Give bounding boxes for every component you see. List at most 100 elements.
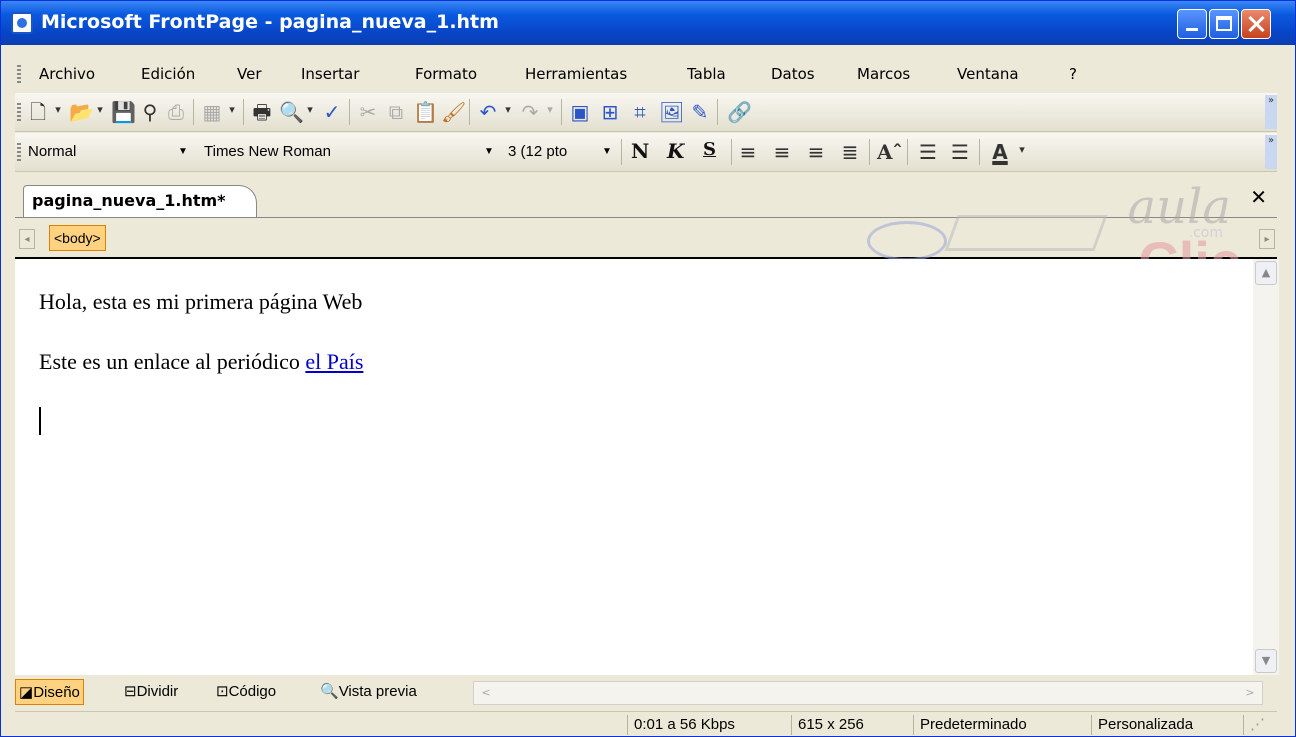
toolbar-separator — [193, 99, 194, 125]
tab-vista-previa[interactable]: 🔍Vista previa — [317, 679, 420, 705]
numbered-list-icon[interactable]: ☰ — [917, 141, 939, 163]
tab-document[interactable]: pagina_nueva_1.htm* — [23, 185, 257, 217]
new-dropdown-icon[interactable]: ▾ — [51, 103, 65, 116]
toolbar-grip-icon[interactable] — [17, 143, 21, 161]
insert-layer-icon[interactable]: ▣ — [569, 101, 591, 123]
frontpage-app-icon[interactable] — [11, 12, 33, 34]
status-mode-custom[interactable]: Personalizada — [1091, 715, 1193, 735]
spelling-icon[interactable]: ✓ — [321, 101, 343, 123]
paragraph-line-1[interactable]: Hola, esta es mi primera página Web — [39, 289, 362, 315]
size-dropdown-icon[interactable]: ▼ — [598, 140, 616, 164]
scroll-down-icon[interactable]: ▼ — [1255, 649, 1277, 673]
tab-diseno[interactable]: ◪Diseño — [15, 679, 84, 705]
redo-icon[interactable]: ↷ — [519, 101, 541, 123]
tag-scroll-right-icon[interactable]: ▸ — [1259, 229, 1275, 249]
menu-ver[interactable]: Ver — [237, 65, 262, 83]
hyperlink-icon[interactable]: 🔗 — [727, 101, 752, 123]
new-page-icon[interactable]: 🗋 — [27, 101, 49, 123]
align-left-icon[interactable]: ≡ — [737, 141, 759, 163]
menu-marcos[interactable]: Marcos — [857, 65, 910, 83]
publish-icon[interactable]: ⎙ — [165, 101, 187, 123]
insert-table-icon[interactable]: ⊞ — [599, 101, 621, 123]
font-value: Times New Roman — [204, 143, 331, 160]
scroll-left-icon[interactable]: < — [476, 683, 496, 703]
toolbar-options-icon[interactable]: » — [1265, 95, 1277, 129]
style-combo[interactable]: Normal ▼ — [23, 139, 193, 165]
toolbar-grip-icon[interactable] — [17, 103, 21, 121]
toolbar-separator — [349, 99, 350, 125]
print-icon[interactable]: 🖶 — [251, 101, 273, 123]
tag-scroll-left-icon[interactable]: ◂ — [19, 229, 35, 249]
font-dropdown-icon[interactable]: ▼ — [480, 140, 498, 164]
menu-herramientas[interactable]: Herramientas — [525, 65, 627, 83]
component-dropdown-icon[interactable]: ▾ — [225, 103, 239, 116]
toolbar-separator — [243, 99, 244, 125]
bulleted-list-icon[interactable]: ☰ — [949, 141, 971, 163]
increase-font-size-icon[interactable]: Aˆ — [877, 141, 903, 163]
graduation-cap-logo-icon — [944, 215, 1108, 251]
format-painter-icon[interactable]: 🖌 — [441, 101, 466, 123]
toolbar-separator — [869, 139, 870, 165]
insert-picture-icon[interactable]: 🖼 — [659, 101, 684, 123]
vertical-scrollbar[interactable]: ▲ ▼ — [1253, 259, 1279, 675]
font-color-icon[interactable]: A — [989, 141, 1011, 163]
title-bar: Microsoft FrontPage - pagina_nueva_1.htm — [1, 1, 1295, 45]
menu-formato[interactable]: Formato — [415, 65, 477, 83]
design-editor[interactable]: Hola, esta es mi primera página Web Este… — [15, 259, 1253, 675]
drawing-icon[interactable]: ✎ — [689, 101, 711, 123]
font-combo[interactable]: Times New Roman ▼ — [199, 139, 499, 165]
bold-button[interactable]: N — [631, 139, 649, 163]
tab-dividir[interactable]: ⊟Dividir — [121, 679, 181, 705]
menu-archivo[interactable]: Archivo — [39, 65, 95, 83]
view-tabs-bar: ◪Diseño ⊟Dividir ⊡Código 🔍Vista previa <… — [15, 677, 1277, 707]
el-pais-link[interactable]: el País — [305, 349, 363, 374]
preview-view-icon: 🔍 — [320, 683, 339, 700]
minimize-button[interactable] — [1177, 9, 1207, 39]
save-icon[interactable]: 💾 — [111, 101, 136, 123]
underline-button[interactable]: S — [703, 139, 716, 160]
toolbar-options-icon[interactable]: » — [1265, 135, 1277, 169]
paste-icon[interactable]: 📋 — [413, 101, 438, 123]
close-window-button[interactable] — [1241, 9, 1271, 39]
justify-icon[interactable]: ≣ — [839, 141, 861, 163]
scroll-up-icon[interactable]: ▲ — [1255, 261, 1277, 285]
menu-edicion[interactable]: Edición — [141, 65, 195, 83]
body-tag[interactable]: <body> — [49, 225, 106, 251]
tab-codigo[interactable]: ⊡Código — [213, 679, 279, 705]
open-dropdown-icon[interactable]: ▾ — [93, 103, 107, 116]
preview-icon[interactable]: 🔍 — [279, 101, 304, 123]
align-center-icon[interactable]: ≡ — [771, 141, 793, 163]
horizontal-scrollbar[interactable]: < > — [473, 681, 1263, 705]
design-view-icon: ◪ — [19, 684, 34, 701]
cut-icon[interactable]: ✂ — [357, 101, 379, 123]
status-mode-default[interactable]: Predeterminado — [913, 715, 1027, 735]
scroll-right-icon[interactable]: > — [1240, 683, 1260, 703]
maximize-button[interactable] — [1209, 9, 1239, 39]
redo-dropdown-icon[interactable]: ▾ — [543, 103, 557, 116]
size-combo[interactable]: 3 (12 pto ▼ — [503, 139, 617, 165]
paragraph-line-2[interactable]: Este es un enlace al periódico el País — [39, 349, 363, 375]
menu-help[interactable]: ? — [1069, 65, 1077, 83]
undo-icon[interactable]: ↶ — [477, 101, 499, 123]
menu-datos[interactable]: Datos — [771, 65, 815, 83]
mouse-logo-icon — [867, 221, 947, 261]
layout-table-icon[interactable]: ⌗ — [629, 101, 651, 123]
undo-dropdown-icon[interactable]: ▾ — [501, 103, 515, 116]
menu-tabla[interactable]: Tabla — [687, 65, 726, 83]
resize-grip-icon[interactable]: ⋰ — [1243, 715, 1265, 735]
copy-icon[interactable]: ⧉ — [385, 101, 407, 123]
menu-bar: Archivo Edición Ver Insertar Formato Her… — [1, 59, 1295, 89]
menu-grip-icon[interactable] — [17, 65, 21, 83]
toolbar-separator — [621, 139, 622, 165]
menu-insertar[interactable]: Insertar — [301, 65, 359, 83]
preview-dropdown-icon[interactable]: ▾ — [303, 103, 317, 116]
align-right-icon[interactable]: ≡ — [805, 141, 827, 163]
style-dropdown-icon[interactable]: ▼ — [174, 140, 192, 164]
open-folder-icon[interactable]: 📂 — [69, 101, 94, 123]
web-component-icon[interactable]: ▦ — [201, 101, 223, 123]
font-color-dropdown-icon[interactable]: ▾ — [1015, 143, 1029, 156]
italic-button[interactable]: K — [667, 139, 684, 163]
search-binoculars-icon[interactable]: ⚲ — [139, 101, 161, 123]
toolbar-separator — [907, 139, 908, 165]
menu-ventana[interactable]: Ventana — [957, 65, 1019, 83]
